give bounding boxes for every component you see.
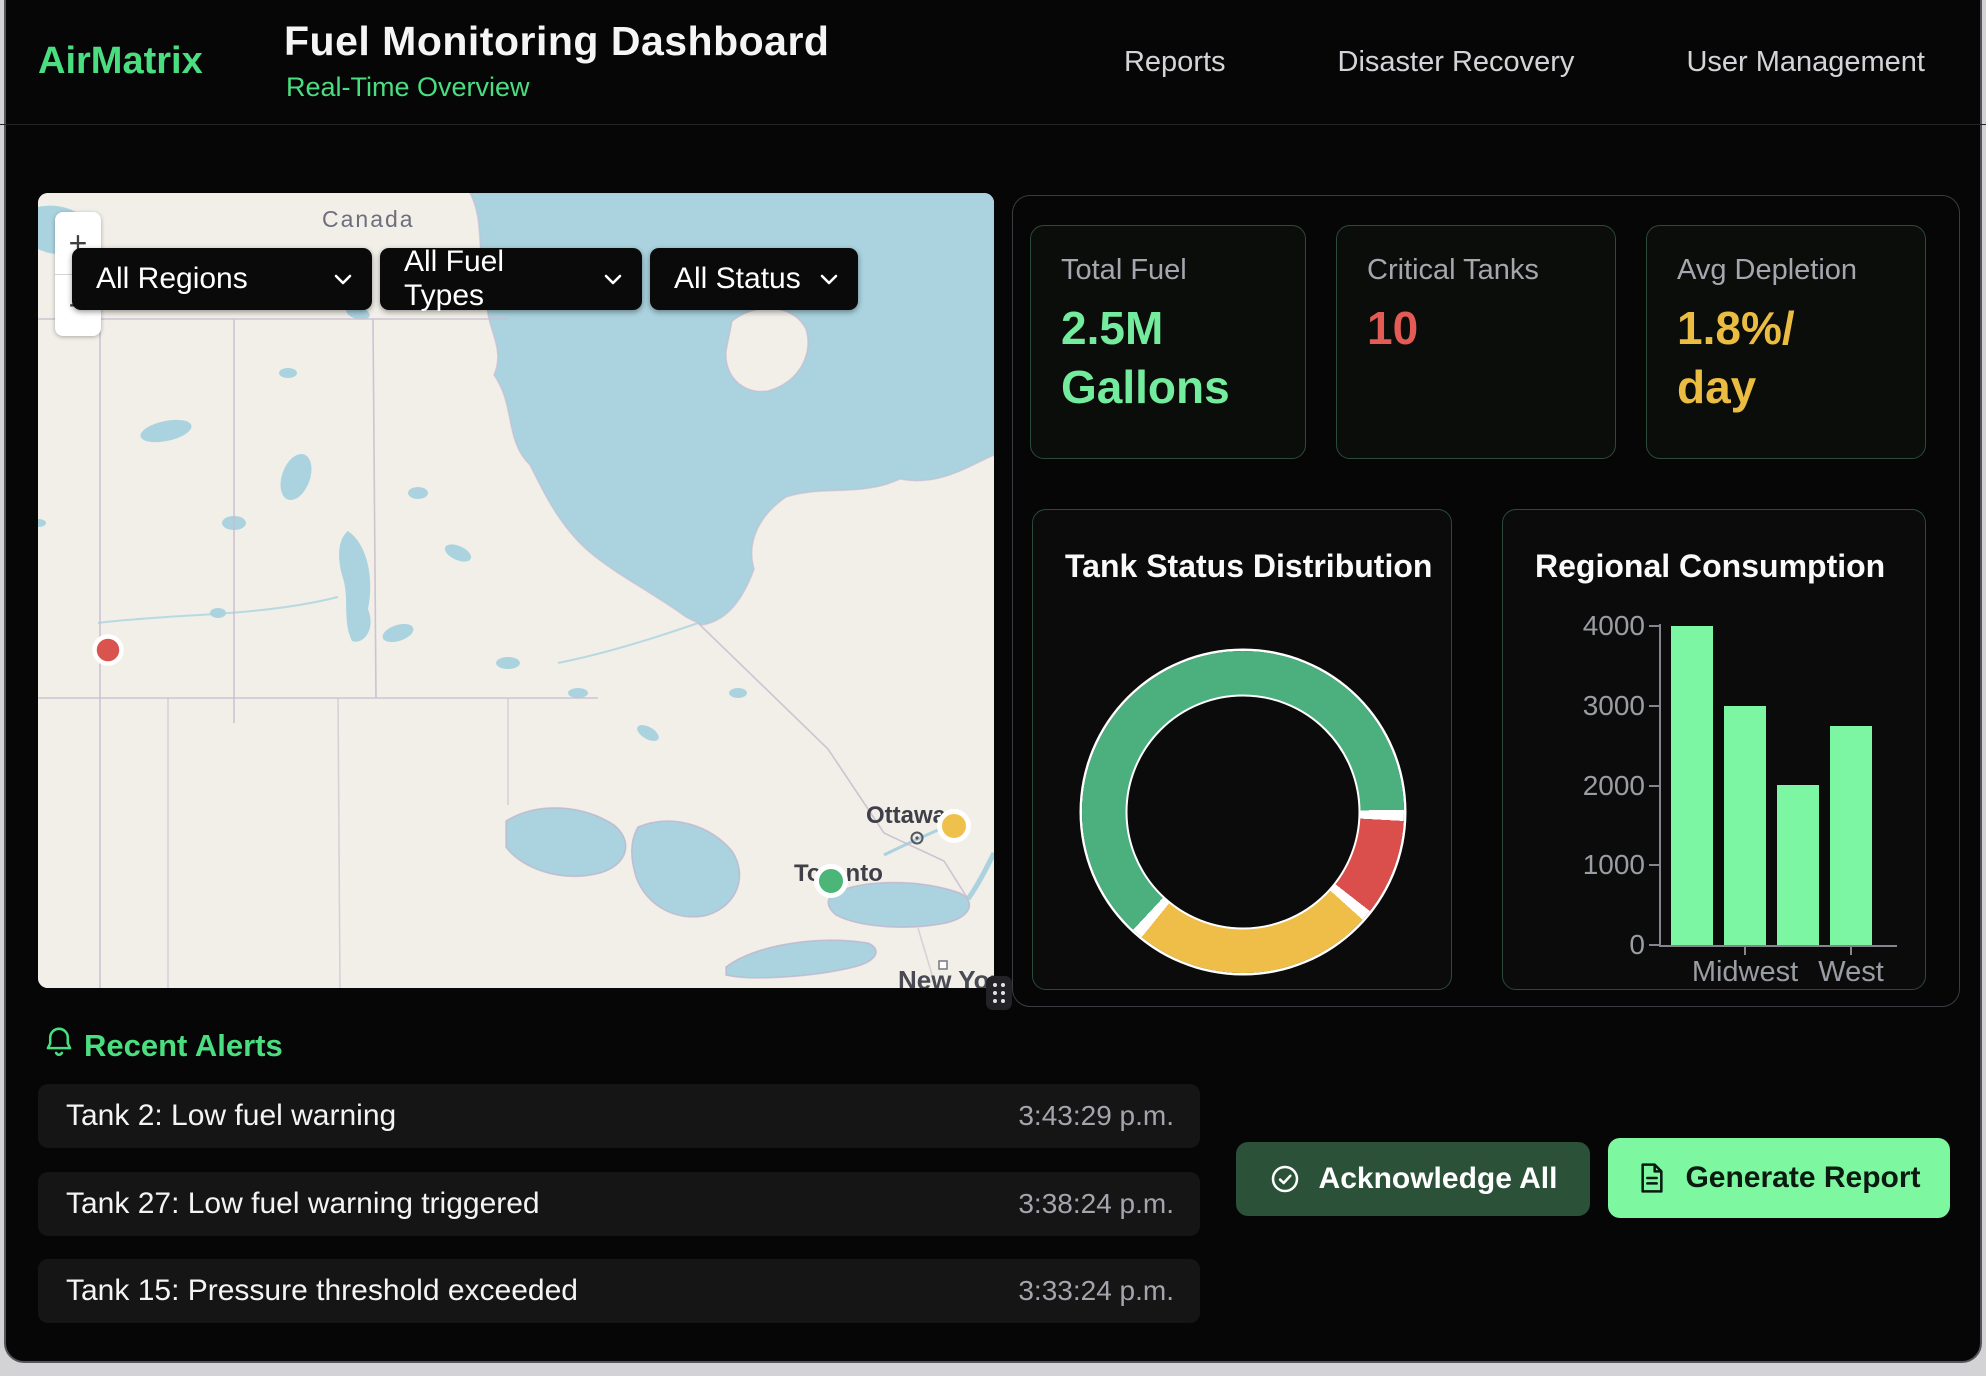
chevron-down-icon xyxy=(604,274,622,285)
alert-row: Tank 15: Pressure threshold exceeded 3:3… xyxy=(38,1259,1200,1323)
donut-hole xyxy=(1126,695,1361,930)
acknowledge-all-label: Acknowledge All xyxy=(1319,1162,1558,1196)
status-filter-value: All Status xyxy=(674,262,801,296)
chevron-down-icon xyxy=(820,274,838,285)
y-tick-mark xyxy=(1649,785,1660,787)
check-circle-icon xyxy=(1269,1163,1301,1195)
y-tick-label: 2000 xyxy=(1503,770,1645,802)
y-tick-mark xyxy=(1649,944,1660,946)
stat-card-total-fuel: Total Fuel 2.5M Gallons xyxy=(1030,225,1306,459)
map-panel[interactable]: Canada Ottawa Toronto New York + − All R… xyxy=(38,193,994,988)
regional-consumption-panel: Regional Consumption 01000200030004000Mi… xyxy=(1502,509,1926,990)
alert-row: Tank 27: Low fuel warning triggered 3:38… xyxy=(38,1172,1200,1236)
bar-region-1 xyxy=(1724,706,1766,945)
y-tick-label: 0 xyxy=(1503,929,1645,961)
alert-message: Tank 2: Low fuel warning xyxy=(66,1099,396,1133)
main-nav: Reports Disaster Recovery User Managemen… xyxy=(1124,0,1925,124)
map-label-ottawa: Ottawa xyxy=(866,802,947,829)
y-tick-mark xyxy=(1649,705,1660,707)
stat-label: Avg Depletion xyxy=(1677,254,1895,287)
tank-status-title: Tank Status Distribution xyxy=(1065,548,1432,585)
x-tick-mark xyxy=(1744,947,1746,955)
generate-report-label: Generate Report xyxy=(1685,1161,1920,1195)
bar-region-2 xyxy=(1777,785,1819,945)
nav-user-management[interactable]: User Management xyxy=(1686,46,1925,79)
acknowledge-all-button[interactable]: Acknowledge All xyxy=(1236,1142,1590,1216)
tank-status-panel: Tank Status Distribution xyxy=(1032,509,1452,990)
tank-status-donut-chart xyxy=(1082,651,1404,973)
bar-region-3 xyxy=(1830,726,1872,945)
document-icon xyxy=(1637,1162,1667,1194)
stat-card-avg-depletion: Avg Depletion 1.8%/ day xyxy=(1646,225,1926,459)
tank-marker-warning[interactable] xyxy=(940,812,969,841)
stat-label: Critical Tanks xyxy=(1367,254,1585,287)
generate-report-button[interactable]: Generate Report xyxy=(1608,1138,1950,1218)
stat-value: 2.5M Gallons xyxy=(1061,299,1275,417)
y-tick-label: 3000 xyxy=(1503,690,1645,722)
map-lake-ontario xyxy=(828,883,969,928)
y-tick-mark xyxy=(1649,625,1660,627)
alerts-heading: Recent Alerts xyxy=(84,1028,283,1064)
stat-label: Total Fuel xyxy=(1061,254,1275,287)
fuel-type-filter-value: All Fuel Types xyxy=(404,245,586,313)
bell-icon xyxy=(42,1024,76,1062)
top-bar: AirMatrix Fuel Monitoring Dashboard Real… xyxy=(0,0,1986,125)
map-label-canada: Canada xyxy=(322,206,415,232)
bar-region-0 xyxy=(1671,626,1713,945)
x-tick-mark xyxy=(1850,947,1852,955)
alert-timestamp: 3:33:24 p.m. xyxy=(1018,1275,1174,1307)
alert-row: Tank 2: Low fuel warning 3:43:29 p.m. xyxy=(38,1084,1200,1148)
alert-timestamp: 3:38:24 p.m. xyxy=(1018,1188,1174,1220)
brand-logo: AirMatrix xyxy=(38,40,203,83)
region-filter-select[interactable]: All Regions xyxy=(72,248,372,310)
x-tick-label: Midwest xyxy=(1692,956,1798,989)
bars-group xyxy=(1663,626,1895,945)
stat-value: 10 xyxy=(1367,299,1585,358)
region-filter-value: All Regions xyxy=(96,262,248,296)
tank-marker-normal[interactable] xyxy=(817,867,846,896)
fuel-type-filter-select[interactable]: All Fuel Types xyxy=(380,248,642,310)
nav-disaster-recovery[interactable]: Disaster Recovery xyxy=(1338,46,1575,79)
stat-value: 1.8%/ day xyxy=(1677,299,1895,417)
x-tick-label: West xyxy=(1818,956,1884,989)
y-tick-label: 4000 xyxy=(1503,610,1645,642)
alert-message: Tank 27: Low fuel warning triggered xyxy=(66,1187,540,1221)
page-subtitle: Real-Time Overview xyxy=(286,72,530,103)
alert-message: Tank 15: Pressure threshold exceeded xyxy=(66,1274,578,1308)
page-title: Fuel Monitoring Dashboard xyxy=(284,18,829,65)
chevron-down-icon xyxy=(334,274,352,285)
y-tick-mark xyxy=(1649,864,1660,866)
x-axis xyxy=(1659,945,1897,947)
regional-consumption-bar-chart: 0 1000 2000 3000 4000 Midwest West xyxy=(1503,510,1925,989)
stat-card-critical-tanks: Critical Tanks 10 xyxy=(1336,225,1616,459)
alert-timestamp: 3:43:29 p.m. xyxy=(1018,1100,1174,1132)
y-tick-label: 1000 xyxy=(1503,849,1645,881)
tank-marker-critical[interactable] xyxy=(95,637,122,664)
status-filter-select[interactable]: All Status xyxy=(650,248,858,310)
nav-reports[interactable]: Reports xyxy=(1124,46,1226,79)
map-resize-handle[interactable] xyxy=(986,976,1012,1010)
